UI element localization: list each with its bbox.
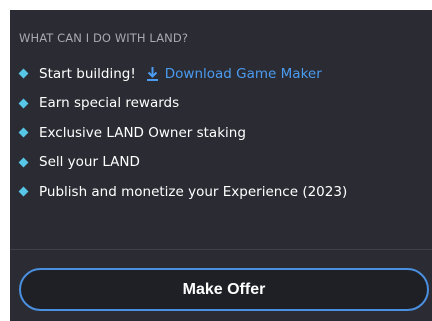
list-item: Sell your LAND xyxy=(18,148,347,178)
list-item: Earn special rewards xyxy=(18,89,347,119)
diamond-bullet-icon xyxy=(18,127,29,138)
feature-label: Publish and monetize your Experience (20… xyxy=(39,183,348,200)
feature-label: Exclusive LAND Owner staking xyxy=(39,124,246,141)
diamond-bullet-icon xyxy=(18,186,29,197)
section-title: WHAT CAN I DO WITH LAND? xyxy=(19,31,189,45)
make-offer-button[interactable]: Make Offer xyxy=(19,268,429,311)
feature-label: Start building! xyxy=(39,65,136,82)
diamond-bullet-icon xyxy=(18,68,29,79)
divider xyxy=(10,249,432,250)
download-icon xyxy=(146,66,158,81)
diamond-bullet-icon xyxy=(18,98,29,109)
land-info-panel: WHAT CAN I DO WITH LAND? Start building!… xyxy=(10,10,432,321)
download-game-maker-link[interactable]: Download Game Maker xyxy=(146,66,322,82)
diamond-bullet-icon xyxy=(18,157,29,168)
list-item: Exclusive LAND Owner staking xyxy=(18,118,347,148)
list-item: Publish and monetize your Experience (20… xyxy=(18,177,347,207)
feature-label: Sell your LAND xyxy=(39,154,140,171)
list-item: Start building! Download Game Maker xyxy=(18,59,347,89)
download-link-label: Download Game Maker xyxy=(164,65,322,82)
feature-list: Start building! Download Game Maker Earn… xyxy=(18,59,347,207)
feature-label: Earn special rewards xyxy=(39,95,180,112)
